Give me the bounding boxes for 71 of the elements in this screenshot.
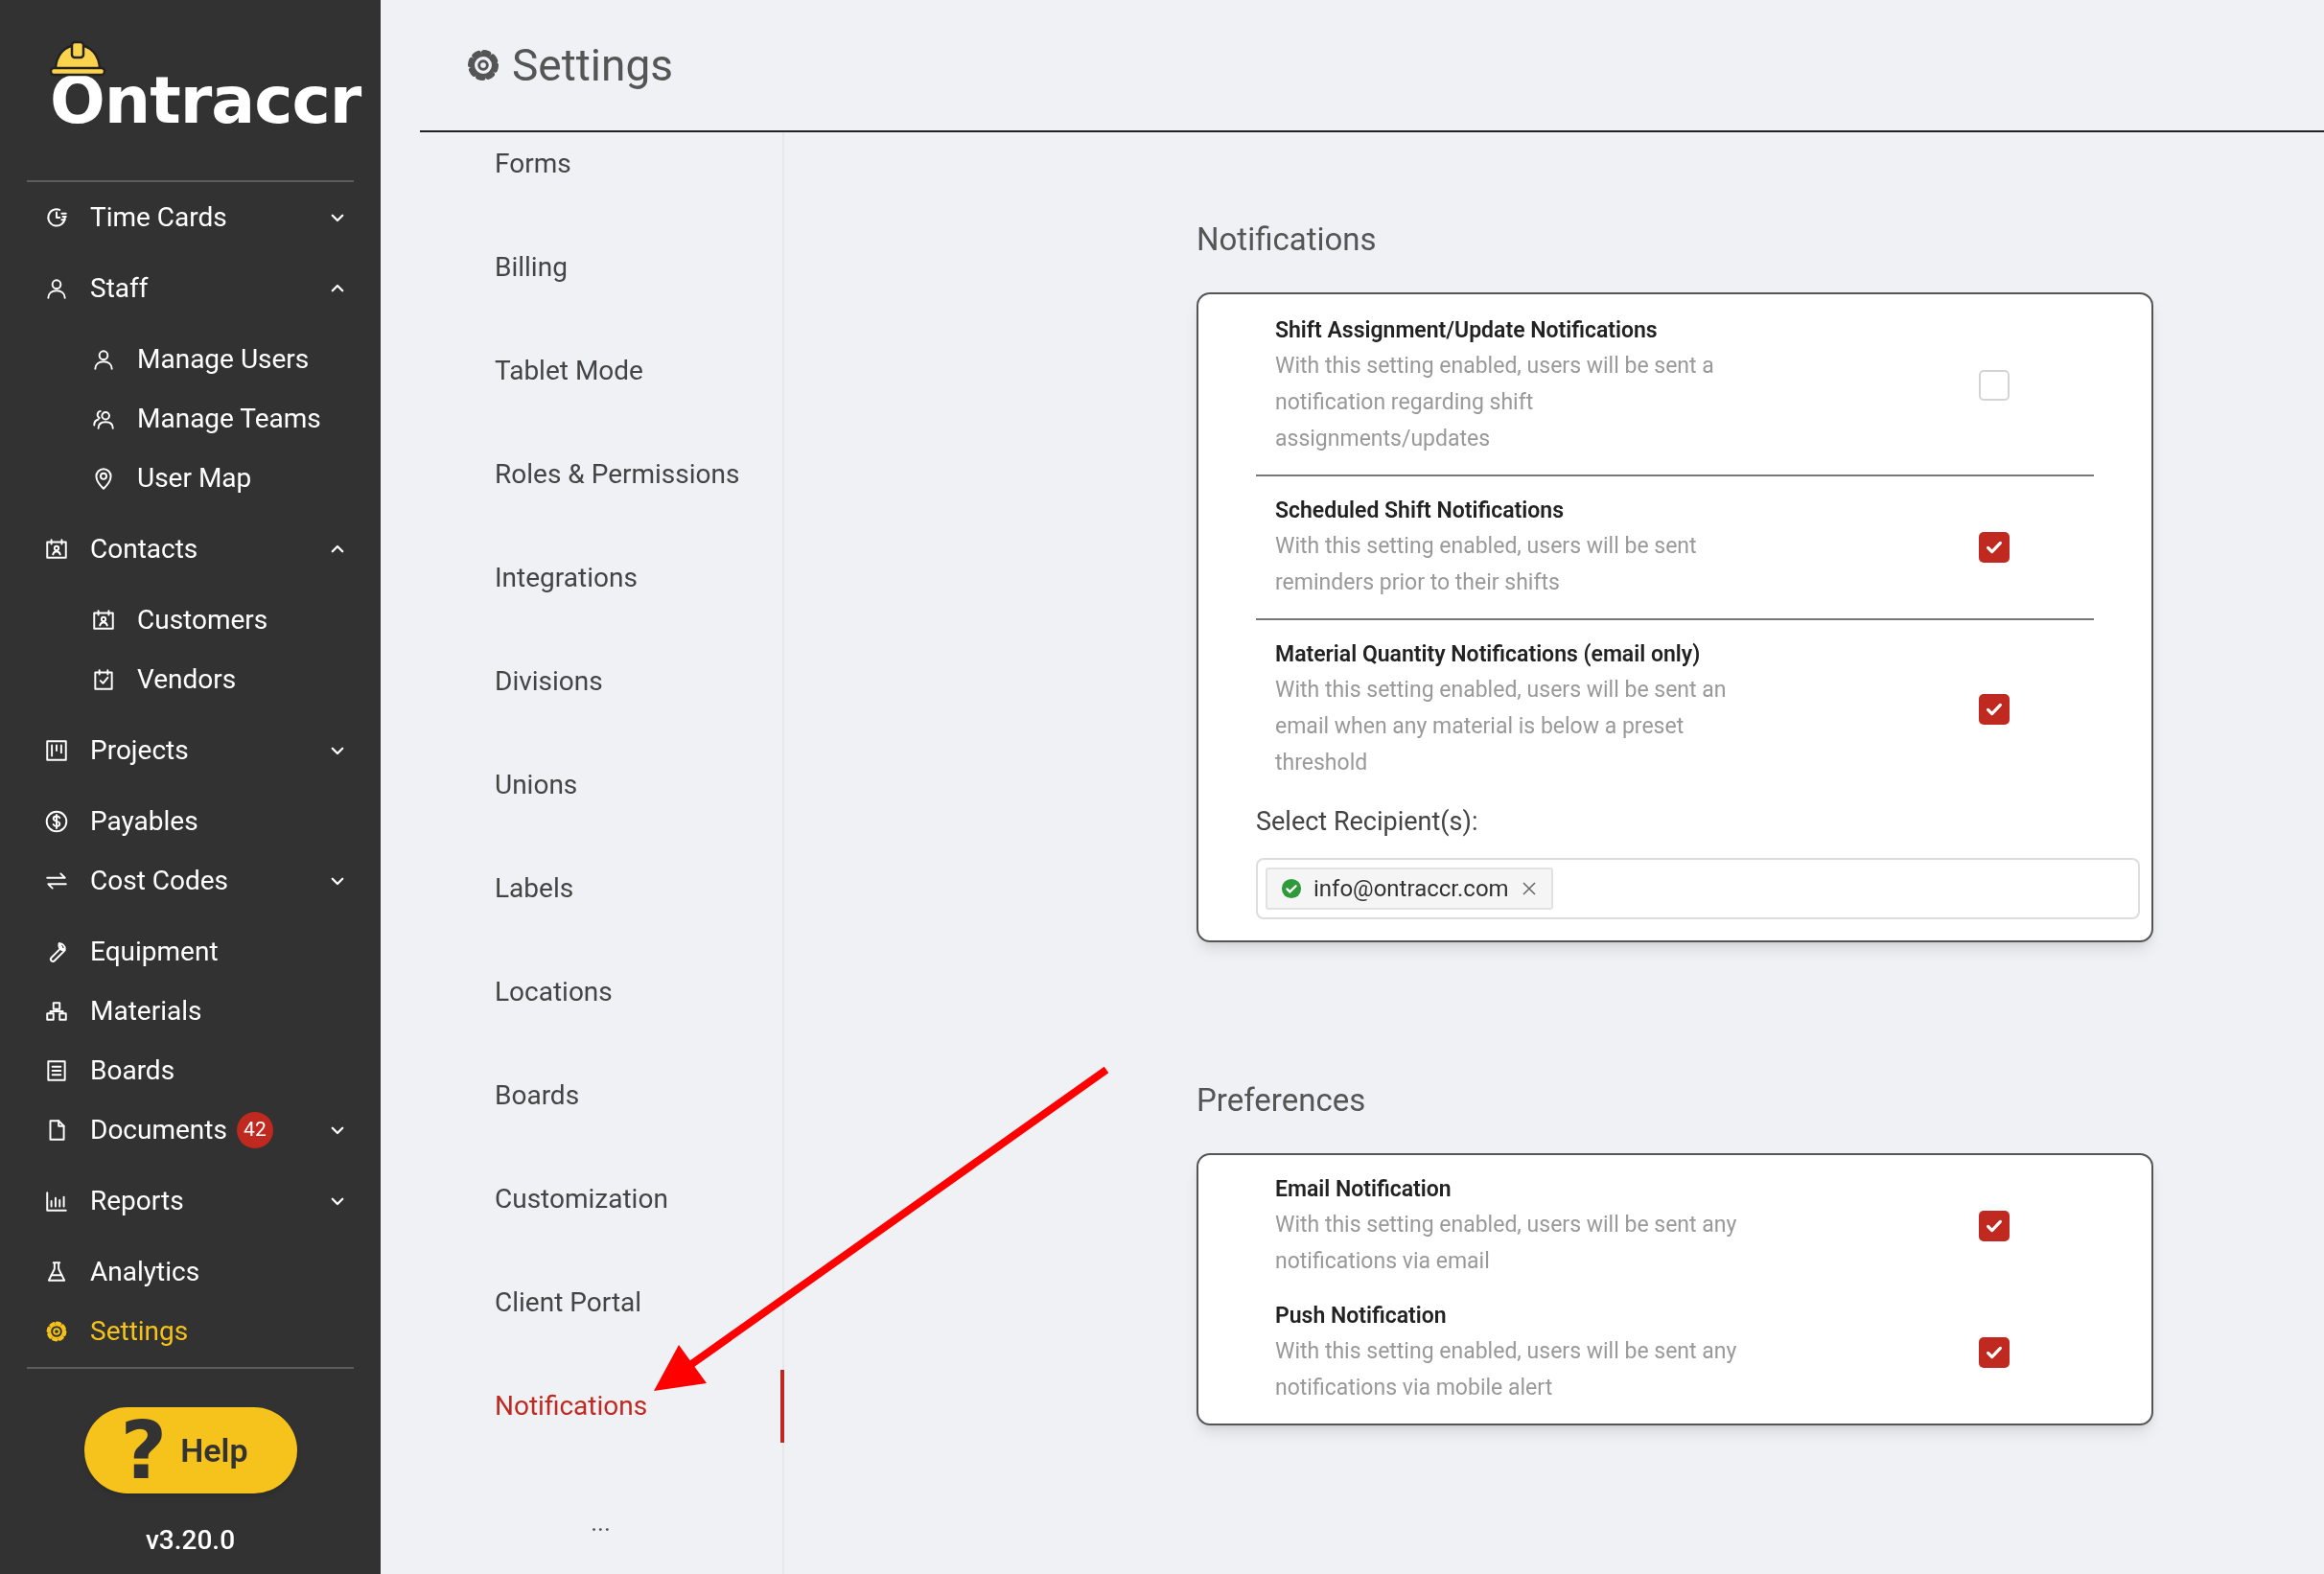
setting-title: Shift Assignment/Update Notifications bbox=[1275, 315, 1659, 345]
sidebar-item[interactable]: Boards bbox=[0, 1041, 381, 1100]
settings-menu-item[interactable]: Boards bbox=[448, 1044, 782, 1147]
setting-description: With this setting enabled, users will be sent any notifications via email bbox=[1275, 1210, 1738, 1276]
settings-menu-item[interactable]: Client Portal bbox=[448, 1251, 782, 1354]
sidebar-item[interactable]: Manage Teams bbox=[0, 389, 381, 449]
count-badge: 42 bbox=[236, 1112, 273, 1148]
sidebar-item[interactable]: User Map bbox=[0, 449, 381, 508]
remove-icon[interactable] bbox=[1520, 880, 1538, 897]
setting-description: With this setting enabled, users will be sent any notifications via mobile alert bbox=[1275, 1336, 1738, 1402]
sidebar-item[interactable]: Equipment bbox=[0, 922, 381, 982]
contact-card-icon bbox=[44, 537, 69, 562]
sidebar-item[interactable]: Cost Codes bbox=[0, 851, 381, 911]
section-title: Preferences bbox=[1197, 1080, 1367, 1121]
setting-title: Material Quantity Notifications (email only) bbox=[1275, 639, 1702, 669]
setting-description: With this setting enabled, users will be sent reminders prior to their shifts bbox=[1275, 531, 1698, 597]
settings-menu-item[interactable]: Tablet Mode bbox=[448, 319, 782, 423]
checkbox[interactable] bbox=[1979, 1336, 2010, 1368]
dollar-icon bbox=[44, 809, 69, 834]
recipient-tag: info@ontraccr.com bbox=[1266, 868, 1553, 910]
section-title: Notifications bbox=[1197, 220, 1378, 260]
version-label: v3.20.0 bbox=[145, 1523, 236, 1558]
setting-title: Push Notification bbox=[1275, 1301, 1448, 1331]
user-icon bbox=[44, 276, 69, 301]
logo: Ontraccr bbox=[50, 68, 361, 133]
sidebar-item[interactable]: Documents 42 bbox=[0, 1100, 381, 1160]
setting-description: With this setting enabled, users will be sent a notification regarding shift assignments/updates bbox=[1275, 351, 1715, 453]
sidebar-item[interactable]: Projects bbox=[0, 721, 381, 780]
checkbox[interactable] bbox=[1979, 1210, 2010, 1241]
sidebar-item[interactable]: Analytics bbox=[0, 1242, 381, 1302]
contact-card-icon bbox=[91, 608, 116, 633]
sidebar-item[interactable]: Vendors bbox=[0, 650, 381, 709]
check-circle-icon bbox=[1281, 878, 1302, 899]
settings-menu-item[interactable]: Unions bbox=[448, 733, 782, 837]
sidebar-item[interactable]: Reports bbox=[0, 1171, 381, 1231]
sidebar-item[interactable]: Contacts bbox=[0, 520, 381, 579]
boxes-icon bbox=[44, 999, 69, 1024]
sidebar-item[interactable]: Payables bbox=[0, 792, 381, 851]
checkbox[interactable] bbox=[1979, 693, 2010, 725]
calendar-check-icon bbox=[91, 667, 116, 692]
user-icon bbox=[91, 347, 116, 372]
checkbox[interactable] bbox=[1979, 369, 2010, 401]
sidebar-item[interactable]: Materials bbox=[0, 982, 381, 1041]
settings-icon bbox=[44, 1319, 69, 1344]
settings-menu-item[interactable]: Notifications bbox=[448, 1354, 782, 1458]
sidebar-item[interactable]: Time Cards bbox=[0, 188, 381, 247]
board-icon bbox=[44, 1058, 69, 1083]
sidebar-item[interactable]: Staff bbox=[0, 259, 381, 318]
settings-menu-item[interactable]: Divisions bbox=[448, 630, 782, 733]
kanban-icon bbox=[44, 738, 69, 763]
settings-menu-item[interactable]: Customization bbox=[448, 1147, 782, 1251]
settings-menu-item[interactable]: Billing bbox=[448, 216, 782, 319]
settings-menu-item[interactable]: Forms bbox=[448, 112, 782, 216]
setting-title: Scheduled Shift Notifications bbox=[1275, 496, 1565, 525]
hard-hat-icon bbox=[48, 39, 107, 78]
more-button[interactable]: ... bbox=[591, 1510, 611, 1535]
settings-menu-item[interactable]: Locations bbox=[448, 940, 782, 1044]
checkbox[interactable] bbox=[1979, 531, 2010, 563]
clock-icon bbox=[44, 205, 69, 230]
recipient-select[interactable]: info@ontraccr.com bbox=[1256, 858, 2140, 919]
field-label: Select Recipient(s): bbox=[1256, 804, 1479, 839]
sidebar-item[interactable]: Settings bbox=[0, 1302, 381, 1361]
setting-title: Email Notification bbox=[1275, 1174, 1452, 1204]
settings-menu-item[interactable]: Integrations bbox=[448, 526, 782, 630]
page-title: Settings bbox=[512, 37, 673, 93]
settings-menu-item[interactable]: Labels bbox=[448, 837, 782, 940]
settings-menu-item[interactable]: Roles & Permissions bbox=[448, 423, 782, 526]
sidebar-item[interactable]: Manage Users bbox=[0, 330, 381, 389]
setting-description: With this setting enabled, users will be sent an email when any material is below a preset threshold bbox=[1275, 675, 1728, 777]
sidebar-item[interactable]: Customers bbox=[0, 590, 381, 650]
bar-chart-icon bbox=[44, 1189, 69, 1214]
